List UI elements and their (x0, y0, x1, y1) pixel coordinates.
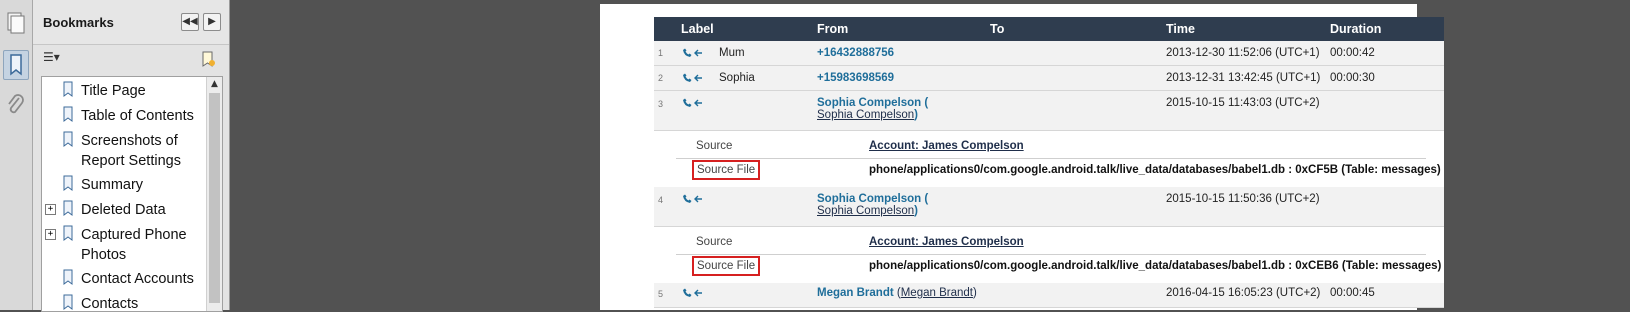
row-index: 4 (658, 195, 664, 205)
from-close-paren: ) (914, 109, 919, 121)
bookmark-label: Deleted Data (81, 202, 166, 218)
scroll-up-icon[interactable]: ▲ (207, 77, 222, 91)
row-index: 5 (658, 289, 664, 299)
phone-icon (683, 98, 702, 107)
row-duration: 00:00:45 (1330, 287, 1375, 299)
header-duration: Duration (1330, 22, 1382, 36)
source-file-value: phone/applications0/com.google.android.t… (869, 260, 1442, 272)
collapse-panel-button[interactable]: ◀◀ (181, 13, 199, 31)
from-link[interactable]: Sophia Compelson (Sophia Compelson) (817, 97, 928, 121)
row-detail: Source Account: James Compelson Source F… (654, 131, 1444, 187)
header-from: From (817, 22, 849, 36)
from-sub-link[interactable]: Sophia Compelson (817, 205, 914, 217)
bookmarks-toolbar: ☰▾ (33, 50, 229, 72)
source-account-link[interactable]: Account: James Compelson (869, 236, 1024, 248)
from-sub-link[interactable]: Megan Brandt (901, 287, 973, 299)
row-index: 2 (658, 73, 664, 83)
table-header: Label From To Time Duration (654, 17, 1444, 41)
bookmark-label: Table of Contents (81, 108, 194, 124)
from-link[interactable]: +16432888756 (817, 47, 894, 59)
row-time: 2015-10-15 11:43:03 (UTC+2) (1166, 97, 1320, 109)
bookmark-icon (63, 175, 73, 191)
table-row[interactable]: 5 Megan Brandt (Megan Brandt) 2016-04-15… (654, 283, 1444, 308)
bookmark-label: Screenshots of Report Settings (81, 133, 181, 169)
row-time: 2016-04-15 16:05:23 (UTC+2) (1166, 287, 1321, 299)
row-label: Mum (719, 47, 745, 59)
source-label: Source (696, 236, 733, 248)
source-file-label: Source File (692, 256, 761, 276)
panel-title: Bookmarks (43, 15, 114, 30)
source-account-link[interactable]: Account: James Compelson (869, 140, 1024, 152)
bookmark-icon (63, 200, 73, 216)
table-row[interactable]: 3 Sophia Compelson (Sophia Compelson) 20… (654, 91, 1444, 131)
row-index: 3 (658, 99, 664, 109)
row-detail: Source Account: James Compelson Source F… (654, 227, 1444, 283)
row-time: 2015-10-15 11:50:36 (UTC+2) (1166, 193, 1320, 205)
call-log-table: Label From To Time Duration 1 Mum +16432… (654, 17, 1444, 308)
pages-icon[interactable] (5, 10, 27, 34)
table-row[interactable]: 4 Sophia Compelson (Sophia Compelson) 20… (654, 187, 1444, 227)
source-file-label: Source File (692, 160, 761, 180)
from-paren-close: ) (972, 287, 977, 299)
table-row[interactable]: 1 Mum +16432888756 2013-12-30 11:52:06 (… (654, 41, 1444, 66)
options-menu-button[interactable]: ☰▾ (43, 50, 69, 68)
source-file-value: phone/applications0/com.google.android.t… (869, 164, 1441, 176)
header-time: Time (1166, 22, 1195, 36)
row-label: Sophia (719, 72, 755, 84)
source-label: Source (696, 140, 733, 152)
phone-icon (683, 48, 702, 57)
phone-icon (683, 73, 702, 82)
new-bookmark-icon[interactable] (199, 50, 217, 68)
from-close-paren: ) (914, 205, 919, 217)
row-duration: 00:00:42 (1330, 47, 1375, 59)
bookmark-icon (63, 225, 73, 241)
bookmark-icon (63, 81, 73, 97)
bookmark-label: Summary (81, 177, 144, 193)
table-row[interactable]: 2 Sophia +15983698569 2013-12-31 13:42:4… (654, 66, 1444, 91)
bookmarks-panel: Bookmarks ◀◀ ▶ ☰▾ ▲ Title Page Table of … (33, 0, 230, 312)
navigation-rail (0, 0, 33, 310)
bookmark-icon (63, 131, 73, 147)
from-link[interactable]: Megan Brandt (Megan Brandt) (817, 287, 977, 299)
bookmark-icon (63, 294, 73, 310)
attachment-icon[interactable] (5, 93, 27, 117)
bookmark-icon (63, 106, 73, 122)
row-index: 1 (658, 48, 664, 58)
bookmark-label: Title Page (81, 83, 146, 99)
bookmarks-tab-button[interactable] (3, 50, 29, 80)
bookmark-label: Captured Phone Photos (81, 227, 187, 263)
tree-scrollbar[interactable]: ▲ (206, 77, 222, 311)
row-duration: 00:00:30 (1330, 72, 1375, 84)
bookmark-label: Contacts (81, 296, 139, 312)
from-name[interactable]: Sophia Compelson ( (817, 193, 928, 205)
scrollbar-thumb[interactable] (209, 93, 220, 303)
phone-icon (683, 288, 702, 297)
from-link[interactable]: +15983698569 (817, 72, 894, 84)
phone-icon (683, 194, 702, 203)
header-to: To (990, 22, 1005, 36)
bookmarks-tree: ▲ Title Page Table of Contents Screensho… (41, 76, 223, 312)
expand-icon[interactable]: + (45, 229, 56, 240)
divider (676, 254, 1426, 255)
row-time: 2013-12-30 11:52:06 (UTC+1) (1166, 47, 1320, 59)
from-name[interactable]: Sophia Compelson ( (817, 97, 928, 109)
document-page: Label From To Time Duration 1 Mum +16432… (600, 4, 1444, 310)
bookmark-icon (63, 269, 73, 285)
from-name[interactable]: Megan Brandt (817, 287, 894, 299)
row-time: 2013-12-31 13:42:45 (UTC+1) (1166, 72, 1321, 84)
next-panel-button[interactable]: ▶ (203, 13, 221, 31)
bookmarks-panel-header: Bookmarks ◀◀ ▶ (33, 0, 229, 45)
from-sub-link[interactable]: Sophia Compelson (817, 109, 914, 121)
header-label: Label (681, 22, 714, 36)
divider (676, 158, 1426, 159)
bookmark-label: Contact Accounts (81, 271, 194, 287)
expand-icon[interactable]: + (45, 204, 56, 215)
from-link[interactable]: Sophia Compelson (Sophia Compelson) (817, 193, 928, 217)
bookmark-icon (10, 54, 22, 76)
